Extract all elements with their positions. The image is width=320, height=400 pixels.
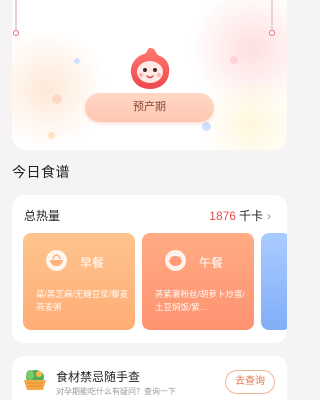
- daily-recipe-card: 总热量 1876 千卡 › 早餐 菜/黑芝麻/无糖豆浆/藜麦燕麦粥 午餐 蒸紫薯…: [12, 195, 287, 343]
- rice-bowl-icon: [165, 250, 186, 271]
- lookup-title: 食材禁忌随手查: [56, 370, 141, 384]
- meal-card-lunch[interactable]: 午餐 蒸紫薯粉丝/胡萝卜炒蛋/土豆焖饭/紫...: [142, 233, 254, 330]
- decor-dot: [74, 58, 80, 64]
- calories-unit: 千卡: [238, 209, 263, 223]
- decor-dot: [48, 132, 55, 139]
- page: 预产期 今日食谱 总热量 1876 千卡 › 早餐 菜/黑芝麻/无糖豆浆/藜麦燕麦粥: [0, 0, 299, 400]
- hanging-strap: [13, 0, 19, 38]
- ingredient-lookup-card: 食材禁忌随手查 对孕期能吃什么有疑问？查询一下 去查询: [12, 356, 287, 400]
- go-lookup-button[interactable]: 去查询: [225, 370, 275, 394]
- total-calories-link[interactable]: 1876 千卡 ›: [209, 207, 271, 224]
- meal-description: 菜/黑芝麻/无糖豆浆/藜麦燕麦粥: [36, 289, 129, 312]
- baby-mascot-icon[interactable]: [127, 45, 173, 91]
- pregnancy-hero-card: 预产期: [12, 0, 287, 150]
- due-date-button[interactable]: 预产期: [85, 93, 214, 122]
- decor-blob: [12, 34, 112, 144]
- decor-dot: [202, 122, 211, 131]
- meal-name: 早餐: [80, 256, 105, 270]
- meal-name: 午餐: [199, 256, 224, 270]
- bowl-icon: [46, 250, 67, 271]
- chevron-right-icon: ›: [267, 209, 271, 223]
- lookup-subtitle: 对孕期能吃什么有疑问？查询一下: [56, 387, 176, 396]
- total-calories-label: 总热量: [24, 209, 61, 223]
- meal-card-dinner[interactable]: [261, 233, 287, 330]
- total-calories-value: 1876: [209, 209, 236, 223]
- meal-card-breakfast[interactable]: 早餐 菜/黑芝麻/无糖豆浆/藜麦燕麦粥: [23, 233, 135, 330]
- decor-dot: [52, 94, 62, 104]
- hanging-strap: [269, 0, 275, 38]
- decor-dot: [230, 56, 238, 64]
- food-basket-icon: [24, 370, 46, 390]
- section-title: 今日食谱: [12, 164, 70, 180]
- meal-description: 蒸紫薯粉丝/胡萝卜炒蛋/土豆焖饭/紫...: [155, 289, 245, 312]
